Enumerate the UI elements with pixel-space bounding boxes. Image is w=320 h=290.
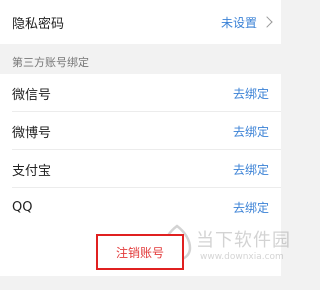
privacy-password-row[interactable]: 隐私密码 未设置 <box>0 0 281 44</box>
binding-label: QQ <box>12 199 33 215</box>
binding-row-weibo[interactable]: 微博号 去绑定 <box>0 112 281 150</box>
delete-account-label: 注销账号 <box>115 245 164 260</box>
privacy-password-label: 隐私密码 <box>12 16 65 32</box>
binding-row-wechat[interactable]: 微信号 去绑定 <box>0 74 281 112</box>
chevron-right-icon <box>261 16 273 28</box>
privacy-password-status[interactable]: 未设置 <box>221 14 273 31</box>
bind-button[interactable]: 去绑定 <box>233 199 269 216</box>
privacy-password-value: 未设置 <box>220 15 257 30</box>
binding-label: 微信号 <box>12 87 52 103</box>
binding-row-qq[interactable]: QQ 去绑定 <box>0 188 281 226</box>
bind-button[interactable]: 去绑定 <box>233 85 269 102</box>
delete-account-button[interactable]: 注销账号 <box>96 234 184 270</box>
third-party-section-header: 第三方账号绑定 <box>0 44 281 74</box>
bind-button[interactable]: 去绑定 <box>233 123 269 140</box>
binding-label: 微博号 <box>12 125 52 141</box>
binding-label: 支付宝 <box>12 163 52 179</box>
bind-button[interactable]: 去绑定 <box>233 161 269 178</box>
section-title: 第三方账号绑定 <box>12 56 89 69</box>
binding-row-alipay[interactable]: 支付宝 去绑定 <box>0 150 281 188</box>
